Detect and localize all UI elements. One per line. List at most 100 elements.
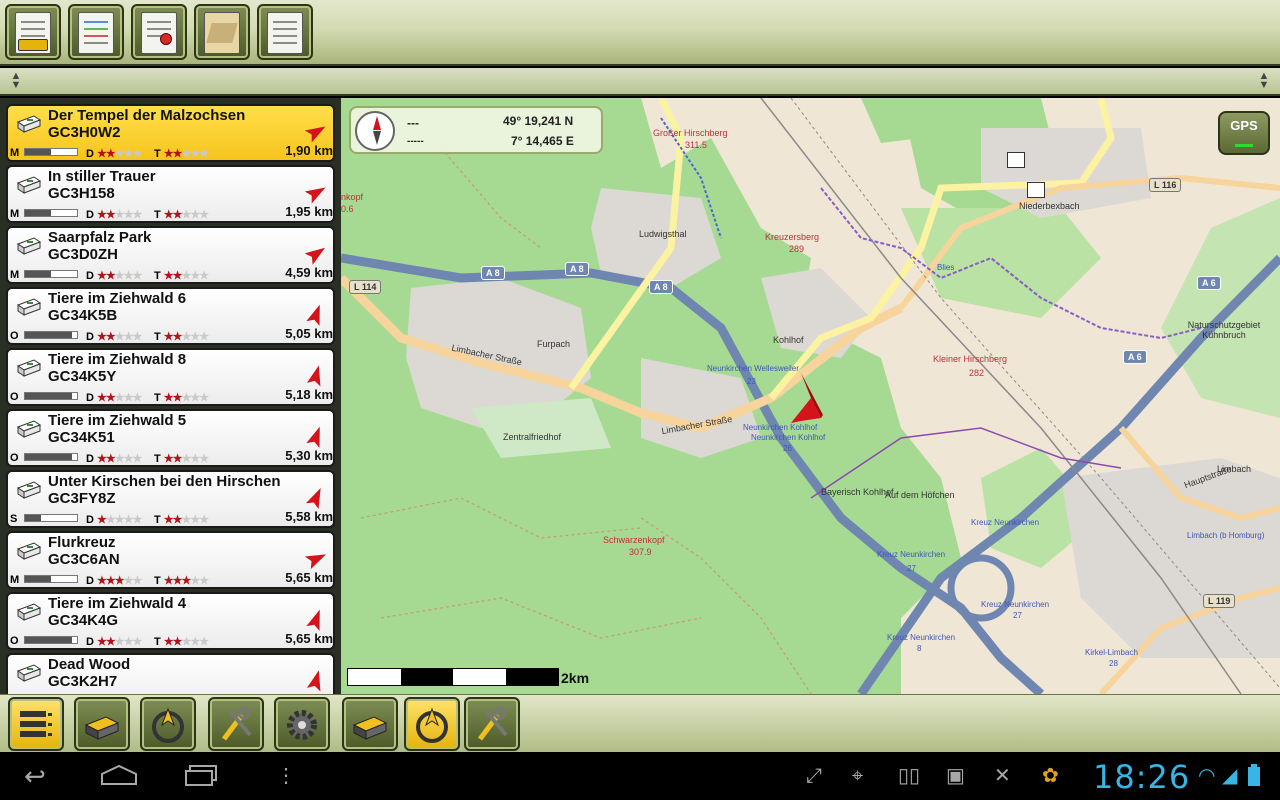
bearing-arrow-icon [303,181,329,205]
cache-type-icon [16,419,42,439]
latitude-readout: 49° 19,241 N [503,114,574,128]
gps-label: GPS [1230,118,1258,133]
map-label: 311.5 [685,140,707,150]
road-number-badge: L 114 [349,280,382,294]
collapse-handle-icon[interactable]: ▲ ▼ [4,71,28,91]
bearing-arrow-icon [303,608,329,632]
map-label: Kreuz Neunkirchen [887,633,956,642]
map-label: Kreuz Neunkirchen [981,600,1050,609]
map-cache-marker-icon[interactable] [1027,182,1045,198]
cache-button[interactable] [342,697,398,751]
difficulty-label: D [86,575,94,587]
gps-button[interactable]: GPS [1218,111,1270,155]
terrain-rating: T ★★★★★ [154,574,209,587]
map-canvas[interactable] [341,98,1280,694]
tools-button[interactable] [208,697,264,751]
compass-button[interactable] [404,697,460,751]
compass-button[interactable] [140,697,196,751]
cache-list-item[interactable]: Tiere im Ziehwald 6 GC34K5B 5,05 km O D ★★★★… [6,287,335,345]
cache-details-icon [78,12,114,54]
tools-button[interactable] [464,697,520,751]
bearing-arrow-icon [303,425,329,449]
map-label: 26 [783,444,792,453]
difficulty-rating: D ★★★★★ [86,574,142,587]
map-label: Furpach [537,339,571,349]
cache-list-item[interactable]: Saarpfalz Park GC3D0ZH 4,59 km M D ★★★★★ T ★★… [6,226,335,284]
gps-crosshair-icon: ⌖ [852,765,864,787]
cache-size-letter: M [10,574,20,586]
difficulty-rating: D ★★★★★ [86,391,142,404]
difficulty-rating: D ★★★★★ [86,635,142,648]
cache-size-indicator [24,575,78,583]
compass-icon [148,705,188,750]
cache-size-letter: O [10,330,19,342]
cache-size-indicator [24,148,78,156]
flower-icon: ✿ [1042,765,1059,787]
notes-button[interactable] [257,4,313,60]
terrain-label: T [154,453,161,465]
terrain-rating: T ★★★★★ [154,635,209,648]
gps-status-indicator [1235,144,1253,147]
list-view-button[interactable] [8,697,64,751]
cache-list-item[interactable]: Flurkreuz GC3C6AN 5,65 km M D ★★★★★ T ★★★★★ [6,531,335,589]
settings-gear-button[interactable] [274,697,330,751]
difficulty-label: D [86,392,94,404]
cache-distance: 5,58 km [285,509,333,524]
panel-divider[interactable]: ▲ ▼ ▲ ▼ [0,68,1280,96]
map-label: 28 [1109,659,1118,668]
cache-details-button[interactable] [68,4,124,60]
difficulty-rating: D ★★★★★ [86,513,142,526]
cache-distance: 5,18 km [285,387,333,402]
cache-distance: 5,65 km [285,570,333,585]
map-view[interactable]: Großer Hirschberg 311.5 Ludwigsthal Kreuzer… [341,98,1280,694]
home-icon[interactable] [100,764,138,792]
difficulty-stars-icon: ★★★★★ [97,514,142,526]
cache-code: GC3C6AN [48,551,120,568]
menu-overflow-icon[interactable]: ⋮ [276,764,296,788]
book-icon: ▯▯ [898,765,921,787]
difficulty-label: D [86,270,94,282]
map-label: Zentralfriedhof [503,432,562,442]
cache-button[interactable] [74,697,130,751]
difficulty-stars-icon: ★★★★★ [97,148,142,160]
cache-list-item[interactable]: Tiere im Ziehwald 8 GC34K5Y 5,18 km O D ★★★★… [6,348,335,406]
terrain-label: T [154,514,161,526]
cache-name: Dead Wood [48,656,131,673]
cache-list[interactable]: Der Tempel der Malzochsen GC3H0W2 1,90 km M… [0,98,341,694]
cache-type-icon [16,236,42,256]
map-scale-label: 2km [561,670,590,686]
cache-list-item[interactable]: In stiller Trauer GC3H158 1,95 km M D ★★★★★ T… [6,165,335,223]
map-label: Neunkirchen Kohlhof [751,433,826,442]
compass-icon [355,111,395,151]
map-label: nkopf [341,192,364,202]
map-button[interactable] [194,4,250,60]
difficulty-label: D [86,209,94,221]
cache-size-indicator [24,636,78,644]
terrain-rating: T ★★★★★ [154,391,209,404]
terrain-label: T [154,270,161,282]
back-icon[interactable]: ↩ [24,763,46,789]
cache-distance: 1,90 km [285,143,333,158]
cache-list-item[interactable]: Tiere im Ziehwald 4 GC34K4G 5,65 km O D ★★★★… [6,592,335,650]
bearing-arrow-icon [303,364,329,388]
cache-name: Tiere im Ziehwald 4 [48,595,187,612]
terrain-rating: T ★★★★★ [154,513,209,526]
terrain-stars-icon: ★★★★★ [163,453,209,465]
cache-list-item[interactable]: Dead Wood GC3K2H7 [6,653,335,694]
waypoints-button[interactable] [131,4,187,60]
cache-type-icon [16,114,42,134]
map-cache-marker-icon[interactable] [1007,152,1025,168]
map-label: Kleiner Hirschberg [933,354,1008,364]
compass-icon [412,705,452,750]
collapse-handle-icon[interactable]: ▲ ▼ [1252,71,1276,91]
road-number-badge: A 8 [481,266,505,280]
cache-list-item[interactable]: Tiere im Ziehwald 5 GC34K51 5,30 km O D ★★★★… [6,409,335,467]
notes-icon [267,12,303,54]
recent-apps-icon[interactable] [184,764,218,792]
terrain-rating: T ★★★★★ [154,147,209,160]
bearing-arrow-icon [303,303,329,327]
cache-list-item[interactable]: Unter Kirschen bei den Hirschen GC3FY8Z 5,… [6,470,335,528]
map-label: Kohlhof [773,335,804,345]
cache-list-item[interactable]: Der Tempel der Malzochsen GC3H0W2 1,90 km M… [6,104,335,162]
cache-list-button[interactable] [5,4,61,60]
